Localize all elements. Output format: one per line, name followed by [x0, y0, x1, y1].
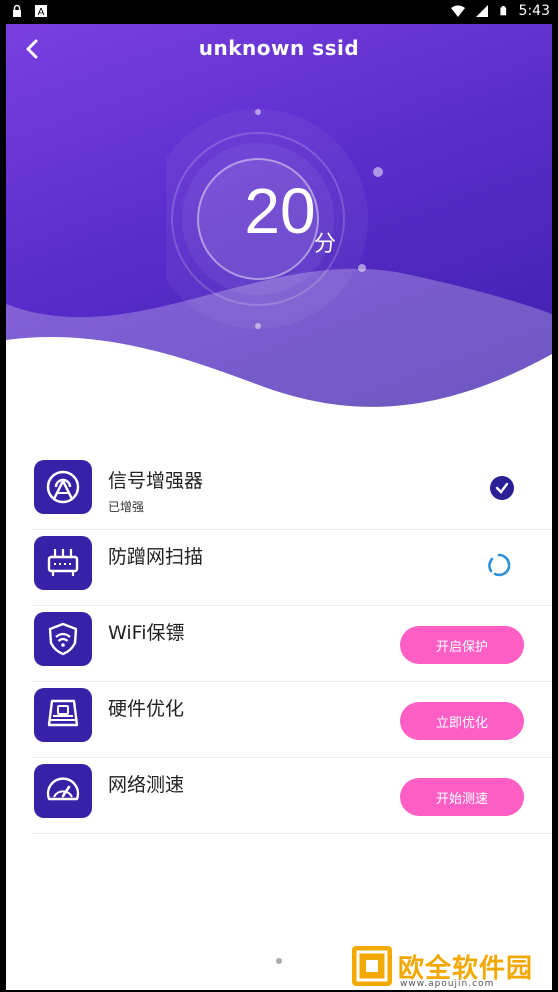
status-time: 5:43 [518, 3, 550, 19]
feature-list: 信号增强器 已增强 防蹭网扫描 WiFi保镖 开启保护 硬件优化 立即优化 网络… [32, 454, 552, 834]
speedometer-icon [34, 764, 92, 818]
lock-icon [13, 4, 21, 17]
loading-spinner-icon [486, 552, 512, 582]
start-speed-test-button[interactable]: 开始测速 [400, 778, 524, 816]
app-screen: unknown ssid 20 分 信号增强器 已增强 防蹭网扫描 WiFi保镖… [6, 24, 552, 990]
wifi-icon [450, 5, 465, 17]
enable-protection-button[interactable]: 开启保护 [400, 626, 524, 664]
optimize-now-button[interactable]: 立即优化 [400, 702, 524, 740]
item-title: 网络测速 [108, 774, 185, 796]
check-circle-icon [490, 476, 514, 500]
watermark: 欧全软件园 www.apoujin.com [352, 942, 544, 990]
list-item-wifi-guard[interactable]: WiFi保镖 开启保护 [32, 606, 552, 682]
page-title: unknown ssid [198, 36, 360, 60]
a-icon: A [35, 5, 47, 18]
list-item-anti-leech-scan[interactable]: 防蹭网扫描 [32, 530, 552, 606]
battery-icon [499, 6, 506, 16]
router-icon [34, 536, 92, 590]
list-item-speed-test[interactable]: 网络测速 开始测速 [32, 758, 552, 834]
list-item-hardware-optimize[interactable]: 硬件优化 立即优化 [32, 682, 552, 758]
watermark-logo [352, 946, 392, 986]
shield-wifi-icon [34, 612, 92, 666]
item-title: WiFi保镖 [108, 622, 185, 644]
signal-icon [475, 5, 488, 17]
list-item-signal-booster[interactable]: 信号增强器 已增强 [32, 454, 552, 530]
hero-wave [6, 268, 552, 444]
watermark-url: www.apoujin.com [400, 979, 495, 989]
signal-antenna-icon [34, 460, 92, 514]
item-title: 信号增强器 [108, 470, 204, 492]
svg-text:A: A [38, 7, 45, 18]
hardware-icon [34, 688, 92, 742]
item-title: 硬件优化 [108, 698, 185, 720]
page-indicator [276, 958, 282, 964]
status-bar: A 5:43 [0, 0, 558, 24]
item-subtitle: 已增强 [108, 500, 145, 514]
item-title: 防蹭网扫描 [108, 546, 204, 568]
